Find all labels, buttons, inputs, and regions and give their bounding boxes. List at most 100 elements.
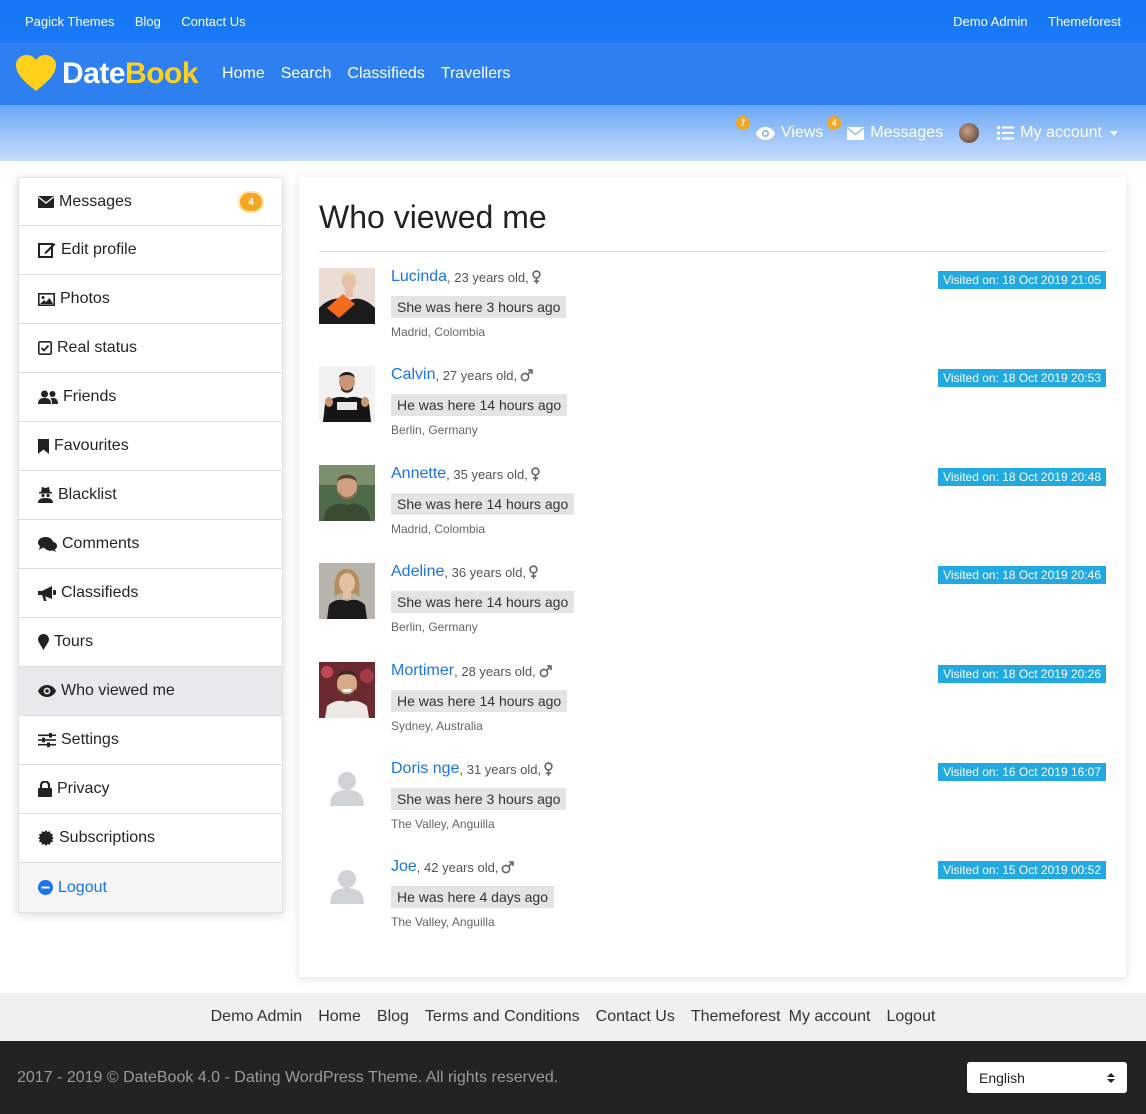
sidebar-item-comments[interactable]: Comments <box>19 520 282 569</box>
footer-link-contact-us[interactable]: Contact Us <box>596 1008 675 1026</box>
check-square-icon <box>38 341 52 355</box>
envelope-icon <box>38 195 54 208</box>
sidebar-item-logout[interactable]: Logout <box>19 863 282 912</box>
male-icon <box>502 860 515 873</box>
profile-name-link[interactable]: Lucinda <box>391 268 447 286</box>
female-icon <box>529 565 538 579</box>
profile-name-link[interactable]: Calvin <box>391 366 435 384</box>
profile-location: The Valley, Anguilla <box>391 817 495 831</box>
nav-classifieds[interactable]: Classifieds <box>347 65 424 83</box>
title-divider <box>319 251 1106 252</box>
sidebar-item-label: Tours <box>54 633 94 650</box>
profile-name-link[interactable]: Doris nge <box>391 760 459 778</box>
profile-photo[interactable] <box>319 268 375 324</box>
logo[interactable]: Date Book <box>16 55 199 93</box>
top-bar: Pagick Themes Blog Contact Us Demo Admin… <box>0 0 1146 43</box>
profile-name-line: Mortimer , 28 years old, <box>391 662 552 680</box>
list-item: Annette , 35 years old, She was here 14 … <box>319 465 1106 555</box>
select-arrows-icon <box>1107 1072 1115 1083</box>
top-link-blog[interactable]: Blog <box>135 14 161 29</box>
views-label: Views <box>780 124 824 141</box>
footer-link-blog[interactable]: Blog <box>377 1008 409 1026</box>
user-avatar[interactable] <box>959 123 980 143</box>
top-link-pagick-themes[interactable]: Pagick Themes <box>25 14 114 29</box>
sidebar-item-label: Edit profile <box>61 241 137 258</box>
nav-travellers[interactable]: Travellers <box>441 65 511 83</box>
profile-photo[interactable] <box>319 662 375 718</box>
profile-name-line: Lucinda , 23 years old, <box>391 268 541 286</box>
sidebar-item-label: Real status <box>57 339 138 356</box>
views-link[interactable]: 7 Views <box>735 116 824 142</box>
top-link-themeforest[interactable]: Themeforest <box>1048 14 1121 29</box>
sidebar-item-subscriptions[interactable]: Subscriptions <box>19 814 282 863</box>
visited-date-badge: Visited on: 18 Oct 2019 21:05 <box>938 271 1106 289</box>
bottom-bar: 2017 - 2019 © DateBook 4.0 - Dating Word… <box>0 1041 1146 1114</box>
profile-name-link[interactable]: Mortimer <box>391 662 454 680</box>
footer-link-demo-admin[interactable]: Demo Admin <box>211 1008 303 1026</box>
top-link-demo-admin[interactable]: Demo Admin <box>953 14 1027 29</box>
main-nav: Date Book Home Search Classifieds Travell… <box>0 43 1146 105</box>
sidebar-item-label: Favourites <box>54 437 129 454</box>
sidebar-item-friends[interactable]: Friends <box>19 373 282 422</box>
visited-date-badge: Visited on: 15 Oct 2019 00:52 <box>938 861 1106 879</box>
profile-photo[interactable] <box>319 563 375 619</box>
profile-photo[interactable] <box>319 366 375 422</box>
sidebar-item-tours[interactable]: Tours <box>19 618 282 667</box>
messages-count-badge: 4 <box>827 116 842 130</box>
sidebar-item-photos[interactable]: Photos <box>19 275 282 324</box>
my-account-dropdown[interactable]: My account <box>997 124 1118 142</box>
profile-location: The Valley, Anguilla <box>391 915 495 929</box>
profile-photo[interactable] <box>319 465 375 521</box>
profile-name-line: Joe , 42 years old, <box>391 858 515 876</box>
profile-name-link[interactable]: Joe <box>391 858 417 876</box>
sidebar-item-privacy[interactable]: Privacy <box>19 765 282 814</box>
edit-icon <box>38 243 56 258</box>
list-item: Calvin , 27 years old, He was here 14 ho… <box>319 366 1106 456</box>
visited-date-badge: Visited on: 18 Oct 2019 20:48 <box>938 468 1106 486</box>
messages-link[interactable]: 4 Messages <box>827 116 943 142</box>
sidebar-item-edit-profile[interactable]: Edit profile <box>19 226 282 275</box>
sidebar-item-messages[interactable]: Messages 4 <box>19 178 282 226</box>
sidebar-item-label: Classifieds <box>61 584 139 601</box>
sidebar-item-label: Who viewed me <box>61 682 175 699</box>
language-select[interactable]: English <box>967 1062 1127 1093</box>
list-item: Adeline , 36 years old, She was here 14 … <box>319 563 1106 653</box>
nav-home[interactable]: Home <box>222 65 265 83</box>
profile-name-line: Calvin , 27 years old, <box>391 366 533 384</box>
footer-link-terms[interactable]: Terms and Conditions <box>425 1008 580 1026</box>
my-account-label: My account <box>1020 124 1102 141</box>
footer-link-themeforest[interactable]: Themeforest <box>691 1008 781 1026</box>
profile-photo-placeholder[interactable] <box>319 760 375 816</box>
visited-date-badge: Visited on: 18 Oct 2019 20:53 <box>938 369 1106 387</box>
last-seen-badge: She was here 14 hours ago <box>391 591 575 613</box>
footer-link-home[interactable]: Home <box>318 1008 361 1026</box>
nav-search[interactable]: Search <box>281 65 332 83</box>
eye-icon <box>755 126 775 140</box>
sidebar-item-real-status[interactable]: Real status <box>19 324 282 373</box>
sidebar-item-who-viewed-me[interactable]: Who viewed me <box>19 667 282 716</box>
top-link-contact-us[interactable]: Contact Us <box>181 14 245 29</box>
copyright-text: 2017 - 2019 © DateBook 4.0 - Dating Word… <box>17 1068 559 1086</box>
visited-date-badge: Visited on: 16 Oct 2019 16:07 <box>938 763 1106 781</box>
footer-link-my-account[interactable]: My account <box>789 1008 871 1026</box>
sidebar-item-settings[interactable]: Settings <box>19 716 282 765</box>
heart-logo-icon <box>16 55 56 91</box>
map-marker-icon <box>38 634 49 650</box>
sidebar-item-label: Comments <box>62 535 140 552</box>
profile-photo-placeholder[interactable] <box>319 858 375 914</box>
footer-link-logout[interactable]: Logout <box>886 1008 935 1026</box>
list-item: Lucinda , 23 years old, She was here 3 h… <box>319 268 1106 358</box>
profile-location: Sydney, Australia <box>391 719 483 733</box>
sidebar-item-blacklist[interactable]: Blacklist <box>19 471 282 520</box>
profile-age: , 42 years old, <box>416 859 499 875</box>
female-icon <box>531 467 540 481</box>
last-seen-badge: He was here 4 days ago <box>391 886 554 908</box>
sidebar-item-label: Blacklist <box>58 486 117 503</box>
sidebar-item-favourites[interactable]: Favourites <box>19 422 282 471</box>
profile-location: Madrid, Colombia <box>391 522 486 536</box>
visited-date-badge: Visited on: 18 Oct 2019 20:26 <box>938 665 1106 683</box>
sidebar-item-classifieds[interactable]: Classifieds <box>19 569 282 618</box>
profile-name-link[interactable]: Annette <box>391 465 446 483</box>
top-bar-right: Demo Admin Themeforest <box>937 13 1121 31</box>
profile-name-link[interactable]: Adeline <box>391 563 444 581</box>
